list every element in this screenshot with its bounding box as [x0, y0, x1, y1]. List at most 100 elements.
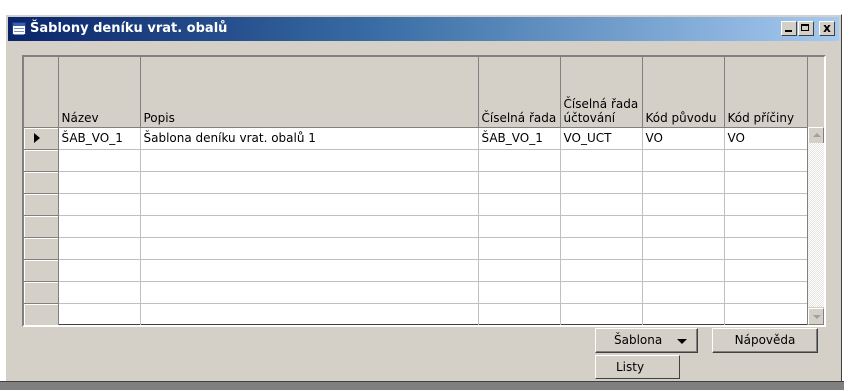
- background-window-strip: [0, 0, 844, 14]
- column-header-kod-puvodu[interactable]: Kód původu: [642, 57, 725, 128]
- cell-nazev[interactable]: [58, 193, 141, 216]
- scroll-down-button[interactable]: [808, 308, 824, 325]
- cell-popis[interactable]: Šablona deníku vrat. obalů 1: [140, 127, 479, 150]
- cell-kod-priciny[interactable]: [724, 259, 809, 282]
- title-bar[interactable]: Šablony deníku vrat. obalů x: [8, 17, 839, 41]
- cell-kod-puvodu[interactable]: [642, 149, 725, 172]
- cell-nazev[interactable]: [58, 237, 141, 260]
- cell-ciselna-rada-uctovani[interactable]: [560, 259, 643, 282]
- cell-kod-priciny[interactable]: [724, 193, 809, 216]
- table-row[interactable]: [24, 303, 809, 325]
- cell-popis[interactable]: [140, 193, 479, 216]
- window-bottom-edge: [0, 381, 844, 390]
- cell-ciselna-rada[interactable]: [478, 215, 561, 238]
- cell-kod-priciny[interactable]: [724, 237, 809, 260]
- cell-kod-priciny[interactable]: [724, 281, 809, 304]
- cell-popis[interactable]: [140, 281, 479, 304]
- cell-popis[interactable]: [140, 171, 479, 194]
- table-row[interactable]: ŠAB_VO_1 Šablona deníku vrat. obalů 1 ŠA…: [24, 127, 809, 150]
- cell-kod-priciny[interactable]: [724, 149, 809, 172]
- column-header-ciselna-rada[interactable]: Číselná řada: [478, 57, 561, 128]
- cell-kod-puvodu[interactable]: VO: [642, 127, 725, 150]
- cell-nazev[interactable]: [58, 303, 141, 325]
- cell-ciselna-rada-uctovani[interactable]: [560, 281, 643, 304]
- row-selector[interactable]: [24, 127, 59, 150]
- cell-nazev[interactable]: [58, 281, 141, 304]
- cell-ciselna-rada[interactable]: [478, 193, 561, 216]
- column-header-kod-priciny[interactable]: Kód příčiny: [724, 57, 809, 128]
- cell-kod-puvodu[interactable]: [642, 193, 725, 216]
- cell-ciselna-rada-uctovani[interactable]: [560, 303, 643, 325]
- table-row[interactable]: [24, 237, 809, 260]
- cell-popis[interactable]: [140, 237, 479, 260]
- scroll-up-button[interactable]: [808, 127, 824, 144]
- templates-grid: Název Popis Číselná řada Číselná řada úč…: [22, 55, 826, 327]
- cell-ciselna-rada-uctovani[interactable]: [560, 237, 643, 260]
- cell-nazev[interactable]: ŠAB_VO_1: [58, 127, 141, 150]
- cell-ciselna-rada-uctovani[interactable]: [560, 149, 643, 172]
- row-selector[interactable]: [24, 149, 59, 172]
- row-selector[interactable]: [24, 215, 59, 238]
- cell-popis[interactable]: [140, 149, 479, 172]
- cell-ciselna-rada-uctovani[interactable]: [560, 171, 643, 194]
- minimize-button[interactable]: [781, 21, 797, 36]
- maximize-button[interactable]: [798, 21, 814, 36]
- cell-kod-priciny[interactable]: VO: [724, 127, 809, 150]
- cell-kod-priciny[interactable]: [724, 215, 809, 238]
- row-selector[interactable]: [24, 171, 59, 194]
- cell-kod-priciny[interactable]: [724, 303, 809, 325]
- table-row[interactable]: [24, 149, 809, 172]
- table-row[interactable]: [24, 193, 809, 216]
- cell-kod-priciny[interactable]: [724, 171, 809, 194]
- cell-popis[interactable]: [140, 215, 479, 238]
- help-button[interactable]: Nápověda: [712, 328, 818, 353]
- menu-item-listy[interactable]: Listy: [616, 360, 644, 374]
- cell-ciselna-rada-uctovani[interactable]: [560, 193, 643, 216]
- window-title: Šablony deníku vrat. obalů: [30, 21, 228, 36]
- cell-ciselna-rada-uctovani[interactable]: [560, 215, 643, 238]
- cell-popis[interactable]: [140, 259, 479, 282]
- column-header-ciselna-rada-uctovani[interactable]: Číselná řada účtování: [560, 57, 643, 128]
- cell-ciselna-rada[interactable]: [478, 281, 561, 304]
- cell-nazev[interactable]: [58, 215, 141, 238]
- row-pointer-icon: [34, 132, 40, 143]
- chevron-down-icon: [677, 339, 687, 344]
- table-row[interactable]: [24, 215, 809, 238]
- cell-nazev[interactable]: [58, 171, 141, 194]
- cell-ciselna-rada[interactable]: [478, 149, 561, 172]
- cell-nazev[interactable]: [58, 149, 141, 172]
- row-selector[interactable]: [24, 193, 59, 216]
- cell-ciselna-rada[interactable]: [478, 171, 561, 194]
- row-selector[interactable]: [24, 237, 59, 260]
- cell-ciselna-rada[interactable]: ŠAB_VO_1: [478, 127, 561, 150]
- cell-nazev[interactable]: [58, 259, 141, 282]
- cell-popis[interactable]: [140, 303, 479, 325]
- table-row[interactable]: [24, 281, 809, 304]
- row-selector[interactable]: [24, 281, 59, 304]
- row-selector-header: [24, 57, 59, 128]
- cell-kod-puvodu[interactable]: [642, 303, 725, 325]
- row-selector[interactable]: [24, 303, 59, 325]
- close-button[interactable]: x: [819, 21, 835, 36]
- vertical-scrollbar[interactable]: [807, 57, 824, 325]
- scroll-track[interactable]: [808, 143, 824, 307]
- templates-table: Název Popis Číselná řada Číselná řada úč…: [24, 57, 809, 325]
- table-row[interactable]: [24, 259, 809, 282]
- cell-ciselna-rada-uctovani[interactable]: VO_UCT: [560, 127, 643, 150]
- cell-kod-puvodu[interactable]: [642, 281, 725, 304]
- help-button-label: Nápověda: [734, 333, 796, 347]
- table-icon: [12, 22, 26, 35]
- template-button[interactable]: Šablona: [595, 328, 698, 353]
- cell-kod-puvodu[interactable]: [642, 215, 725, 238]
- scroll-up-icon: [813, 133, 821, 137]
- cell-ciselna-rada[interactable]: [478, 303, 561, 325]
- cell-ciselna-rada[interactable]: [478, 237, 561, 260]
- cell-kod-puvodu[interactable]: [642, 259, 725, 282]
- cell-kod-puvodu[interactable]: [642, 171, 725, 194]
- column-header-nazev[interactable]: Název: [58, 57, 141, 128]
- column-header-popis[interactable]: Popis: [140, 57, 479, 128]
- cell-ciselna-rada[interactable]: [478, 259, 561, 282]
- row-selector[interactable]: [24, 259, 59, 282]
- table-row[interactable]: [24, 171, 809, 194]
- cell-kod-puvodu[interactable]: [642, 237, 725, 260]
